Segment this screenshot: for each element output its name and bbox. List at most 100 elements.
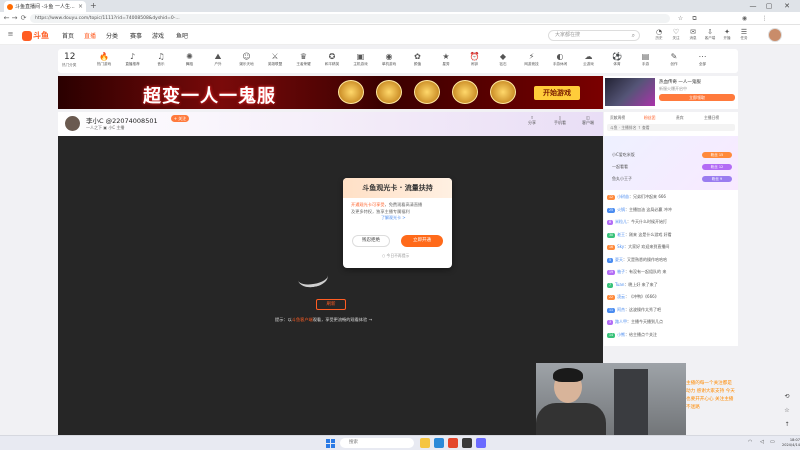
dont-show-again-checkbox[interactable]: ○ 今日不再提示	[382, 253, 409, 259]
tab-fan-club[interactable]: 粉丝团	[644, 115, 655, 121]
tab-vip[interactable]: 贵宾	[676, 115, 684, 121]
refresh-tool-icon[interactable]: ⟲	[782, 392, 792, 402]
chat-list[interactable]: 12 小树苗：兄弟们冲起来 666 25 火锅：主播加油 这局必赢 冲冲 8 米粒儿：今天…	[604, 190, 738, 346]
clock[interactable]: 18:07 2024/4/14	[782, 438, 800, 448]
game-ad-banner[interactable]: 超变一人一鬼服 开始游戏	[58, 76, 603, 109]
minimize-button[interactable]: —	[746, 0, 760, 12]
chat-username[interactable]: 米粒儿	[615, 219, 627, 224]
category-item[interactable]: ☁ 云游戏	[575, 52, 603, 67]
favorite-tool-icon[interactable]: ☆	[782, 406, 792, 416]
client-link[interactable]: 斗鱼客户端	[292, 317, 313, 322]
close-window-button[interactable]: ✕	[780, 0, 794, 12]
battery-icon[interactable]: ▭	[770, 439, 775, 445]
forward-icon[interactable]: →	[10, 14, 19, 23]
header-history[interactable]: ◔ 历史	[651, 28, 667, 41]
ad-claim-button[interactable]: 立即领取	[659, 94, 735, 101]
nav-category[interactable]: 分类	[106, 31, 118, 40]
nav-esports[interactable]: 赛事	[130, 31, 142, 40]
taskbar-search[interactable]: 搜索	[340, 438, 414, 448]
browser-tab[interactable]: 斗鱼直播间 -斗鱼 一人生... ×	[4, 1, 86, 12]
nav-games[interactable]: 游戏	[152, 31, 164, 40]
search-input[interactable]: 大家都在搜 ⌕	[548, 30, 640, 41]
header-follow[interactable]: ♡ 关注	[668, 28, 684, 41]
chat-username[interactable]: 夏天	[615, 257, 623, 262]
cancel-button[interactable]: 残忍拒绝	[352, 235, 390, 247]
star-icon[interactable]: ☆	[676, 14, 685, 23]
category-item[interactable]: ▤ 手游	[632, 52, 660, 67]
share-button[interactable]: ⇪ 分享	[518, 115, 546, 126]
start-game-button[interactable]: 开始游戏	[534, 86, 580, 100]
category-item[interactable]: ▣ 主机游戏	[347, 52, 375, 67]
category-item[interactable]: ◆ 钻石	[489, 52, 517, 67]
user-avatar[interactable]	[768, 28, 782, 42]
volume-icon[interactable]: ◁	[760, 439, 764, 445]
follow-button[interactable]: + 关注	[171, 115, 189, 122]
back-to-top-icon[interactable]: ↑	[782, 420, 792, 430]
menu-icon[interactable]: ⋮	[760, 14, 769, 23]
profile-icon[interactable]: ◉	[740, 14, 749, 23]
category-item[interactable]: ⚡ 网游竞技	[518, 52, 546, 67]
nav-fishbar[interactable]: 鱼吧	[176, 31, 188, 40]
client-button[interactable]: ◫ 客户端	[574, 115, 602, 126]
url-field[interactable]: https://www.douyu.com/topic/1111?rid=740…	[30, 14, 670, 23]
category-item[interactable]: ⚽ 体育	[603, 52, 631, 67]
fan-name[interactable]: 一起看看	[612, 164, 628, 170]
maximize-button[interactable]: ▢	[762, 0, 776, 12]
side-ad[interactable]: 热血传奇 一人一鬼服 新服火爆开启中 立即领取	[604, 76, 738, 109]
douyu-logo[interactable]: 斗鱼	[22, 30, 52, 41]
chat-username[interactable]: 小树苗	[617, 194, 629, 199]
chat-username[interactable]: 阿杰	[617, 307, 625, 312]
nav-home[interactable]: 首页	[62, 31, 74, 40]
category-item[interactable]: ✎ 创作	[660, 52, 688, 67]
activate-button[interactable]: 立即开通	[401, 235, 443, 247]
chat-username[interactable]: 小熊	[617, 332, 625, 337]
streamer-avatar[interactable]	[64, 115, 81, 132]
category-count-label[interactable]: 热门分类	[62, 63, 76, 68]
rank-row[interactable]: 斗鱼 · 主播排名 ↑ 查看	[607, 124, 735, 131]
category-item[interactable]: ★ 星秀	[432, 52, 460, 67]
category-item[interactable]: ✿ 颜值	[404, 52, 432, 67]
category-item[interactable]: ◉ 单机游戏	[375, 52, 403, 67]
chat-username[interactable]: 路人甲	[615, 319, 627, 324]
chat-username[interactable]: Tuan	[615, 282, 624, 287]
fan-name[interactable]: 小C爱吃米饭	[612, 152, 635, 158]
extensions-icon[interactable]: ⧉	[690, 14, 699, 23]
tab-close-icon[interactable]: ×	[78, 3, 83, 10]
category-item[interactable]: ✪ 和平精英	[318, 52, 346, 67]
category-item[interactable]: ♫ 音乐	[147, 52, 175, 67]
learn-more-link[interactable]: 了解观光卡 >	[381, 215, 406, 221]
category-item[interactable]: ♪ 直播推荐	[119, 52, 147, 67]
tab-daily-rank[interactable]: 主播日榜	[704, 115, 719, 121]
edge-icon[interactable]	[434, 438, 444, 448]
category-item[interactable]: ☺ 娱乐天地	[233, 52, 261, 67]
new-tab-button[interactable]: +	[90, 1, 97, 10]
video-player[interactable]: 刷新 提示：以斗鱼客户端观看，享受更流畅的观看体验 →	[58, 136, 603, 436]
chat-username[interactable]: 凌云	[617, 294, 625, 299]
refresh-button[interactable]: 刷新	[316, 299, 346, 310]
category-item[interactable]: ✺ 舞蹈	[176, 52, 204, 67]
category-item[interactable]: ♛ 王者荣耀	[290, 52, 318, 67]
category-item[interactable]: ⏰ 闹钟	[461, 52, 489, 67]
category-item[interactable]: ⛰ 户外	[204, 52, 232, 67]
category-item[interactable]: 🔥 热门游戏	[90, 52, 118, 67]
app-icon[interactable]	[462, 438, 472, 448]
mobile-watch-button[interactable]: ▯ 手机看	[546, 115, 574, 126]
chat-username[interactable]: 火锅	[617, 207, 625, 212]
reload-icon[interactable]: ⟳	[19, 14, 28, 23]
header-messages[interactable]: ✉ 消息	[685, 28, 701, 41]
wifi-icon[interactable]: ◠	[748, 439, 752, 445]
chat-username[interactable]: 老王	[617, 232, 625, 237]
search-icon[interactable]: ⌕	[632, 31, 635, 40]
hamburger-icon[interactable]: ≡	[6, 30, 15, 39]
header-download[interactable]: ⇩ 客户端	[702, 28, 718, 41]
category-item[interactable]: ⋯ 全部	[689, 52, 717, 67]
header-broadcast[interactable]: ✦ 开播	[719, 28, 735, 41]
tab-weekly-rank[interactable]: 贡献周榜	[610, 115, 625, 121]
fan-name[interactable]: 鱼丸小王子	[612, 176, 632, 182]
app-icon[interactable]	[476, 438, 486, 448]
chat-username[interactable]: 柚子	[617, 269, 625, 274]
nav-live[interactable]: 直播	[84, 31, 96, 40]
category-item[interactable]: ◐ 手游休闲	[546, 52, 574, 67]
category-item[interactable]: ⚔ 英雄联盟	[261, 52, 289, 67]
windows-start-icon[interactable]	[326, 439, 335, 448]
